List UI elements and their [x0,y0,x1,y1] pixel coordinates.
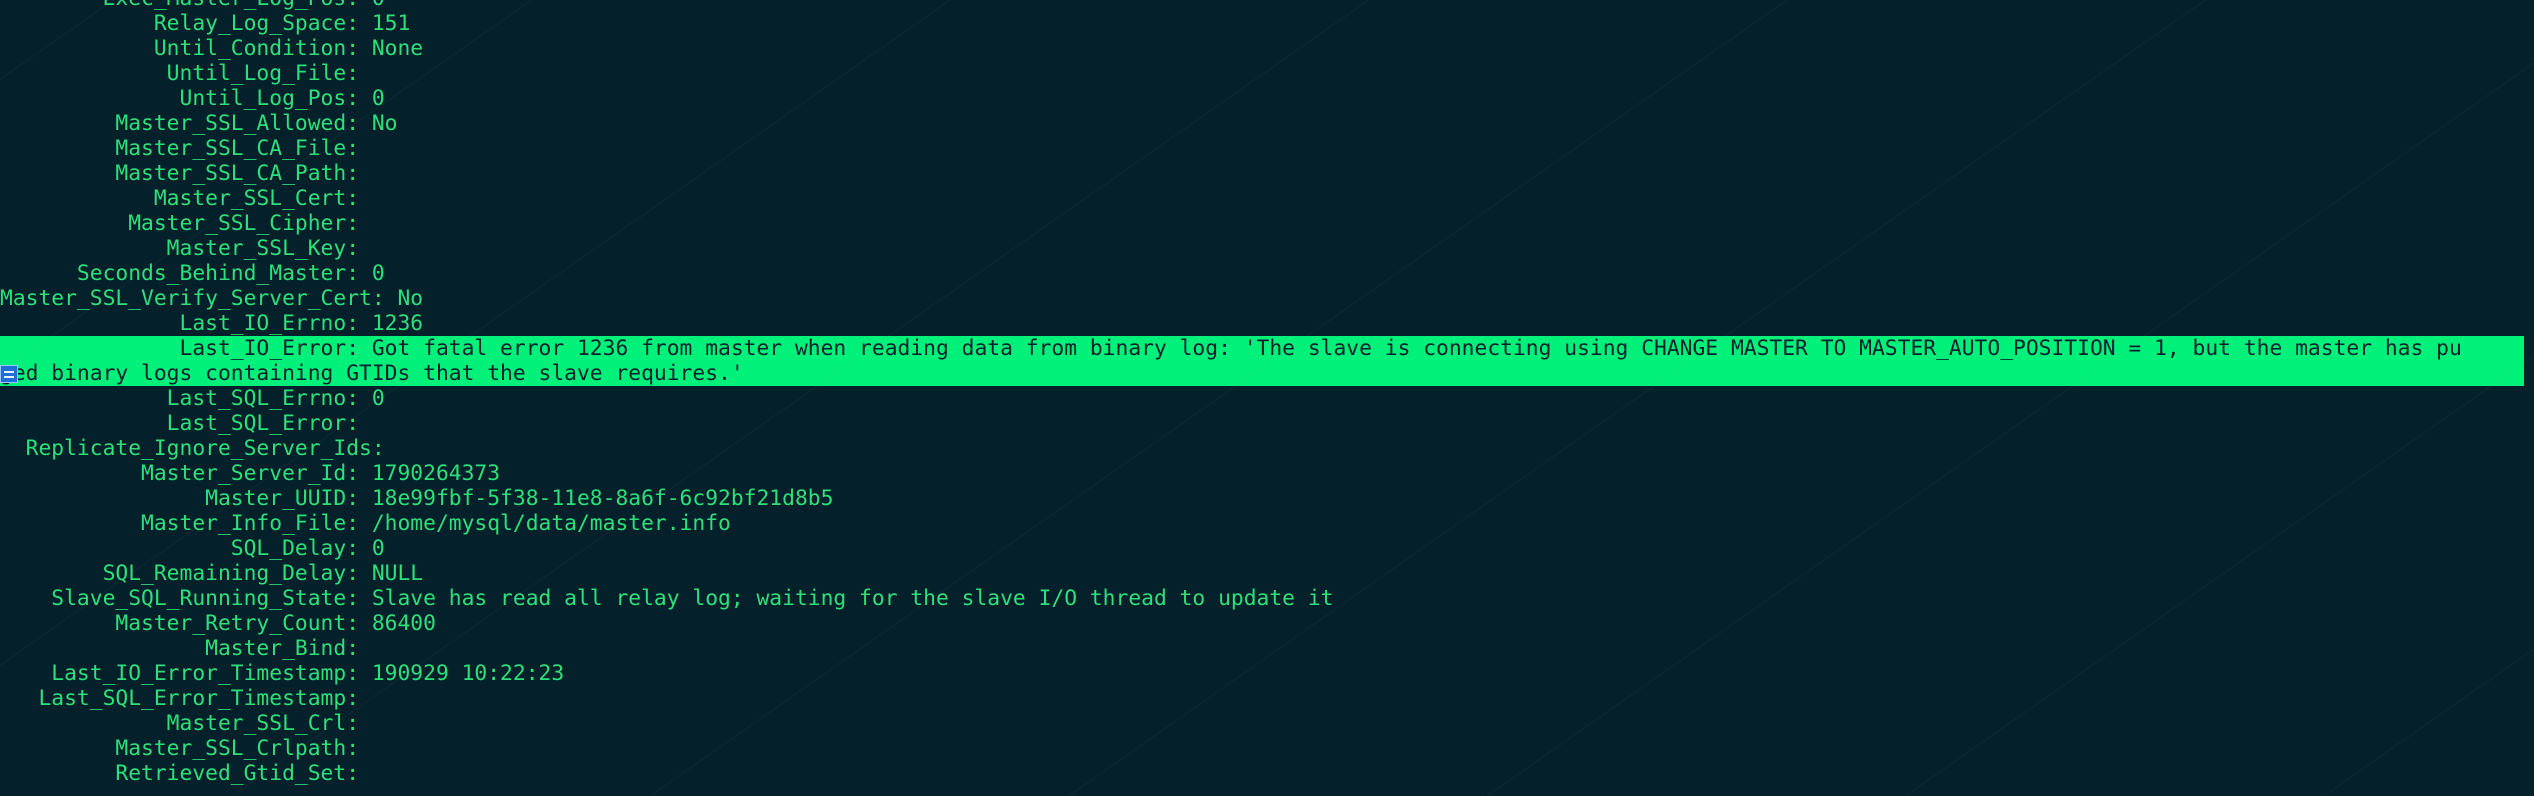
terminal-line: Master_SSL_Cert: [0,186,372,211]
terminal-line: Master_Retry_Count: 86400 [0,611,436,636]
terminal-line: Master_SSL_Verify_Server_Cert: No [0,286,424,311]
terminal-line: Master_SSL_Crl: [0,711,372,736]
text-cursor-icon [0,365,18,383]
terminal-line: Until_Condition: None [0,36,424,61]
terminal-line: Master_SSL_CA_Path: [0,161,372,186]
terminal-line: Last_SQL_Error_Timestamp: [0,686,372,711]
terminal-line: Last_IO_Errno: 1236 [0,311,424,336]
terminal-line: Last_SQL_Errno: 0 [0,386,385,411]
terminal-line: SQL_Delay: 0 [0,536,385,561]
terminal-line: Relay_Log_Space: 151 [0,11,411,36]
terminal-line: Exec_Master_Log_Pos: 0 [0,0,2524,11]
terminal-line: Master_SSL_Key: [0,236,372,261]
terminal-line: Master_Bind: [0,636,372,661]
terminal-line: Slave_SQL_Running_State: Slave has read … [0,586,1334,611]
terminal-line: Master_Server_Id: 1790264373 [0,461,501,486]
selected-error-line[interactable]: Last_IO_Error: Got fatal error 1236 from… [0,336,2524,361]
selected-error-line-continuation[interactable]: ged binary logs containing GTIDs that th… [0,361,2524,386]
terminal-output: Exec_Master_Log_Pos: 0 Relay_Log_Space: … [0,0,2524,786]
terminal-line: Seconds_Behind_Master: 0 [0,261,385,286]
selected-error-text: ged binary logs containing GTIDs that th… [0,361,744,386]
terminal-line: Master_UUID: 18e99fbf-5f38-11e8-8a6f-6c9… [0,486,834,511]
terminal-line: Last_SQL_Error: [0,411,372,436]
terminal-line: Last_IO_Error_Timestamp: 190929 10:22:23 [0,661,565,686]
terminal-line: Master_SSL_Cipher: [0,211,372,236]
terminal-window[interactable]: Exec_Master_Log_Pos: 0 Relay_Log_Space: … [0,0,2534,796]
terminal-line: Replicate_Ignore_Server_Ids: [0,436,398,461]
terminal-line: Master_Info_File: /home/mysql/data/maste… [0,511,731,536]
terminal-line: Master_SSL_Crlpath: [0,736,372,761]
terminal-line: Master_SSL_CA_File: [0,136,372,161]
terminal-line: SQL_Remaining_Delay: NULL [0,561,424,586]
terminal-line: Retrieved_Gtid_Set: [0,761,372,786]
terminal-line: Until_Log_File: [0,61,372,86]
terminal-line: Master_SSL_Allowed: No [0,111,398,136]
terminal-line: Until_Log_Pos: 0 [0,86,385,111]
